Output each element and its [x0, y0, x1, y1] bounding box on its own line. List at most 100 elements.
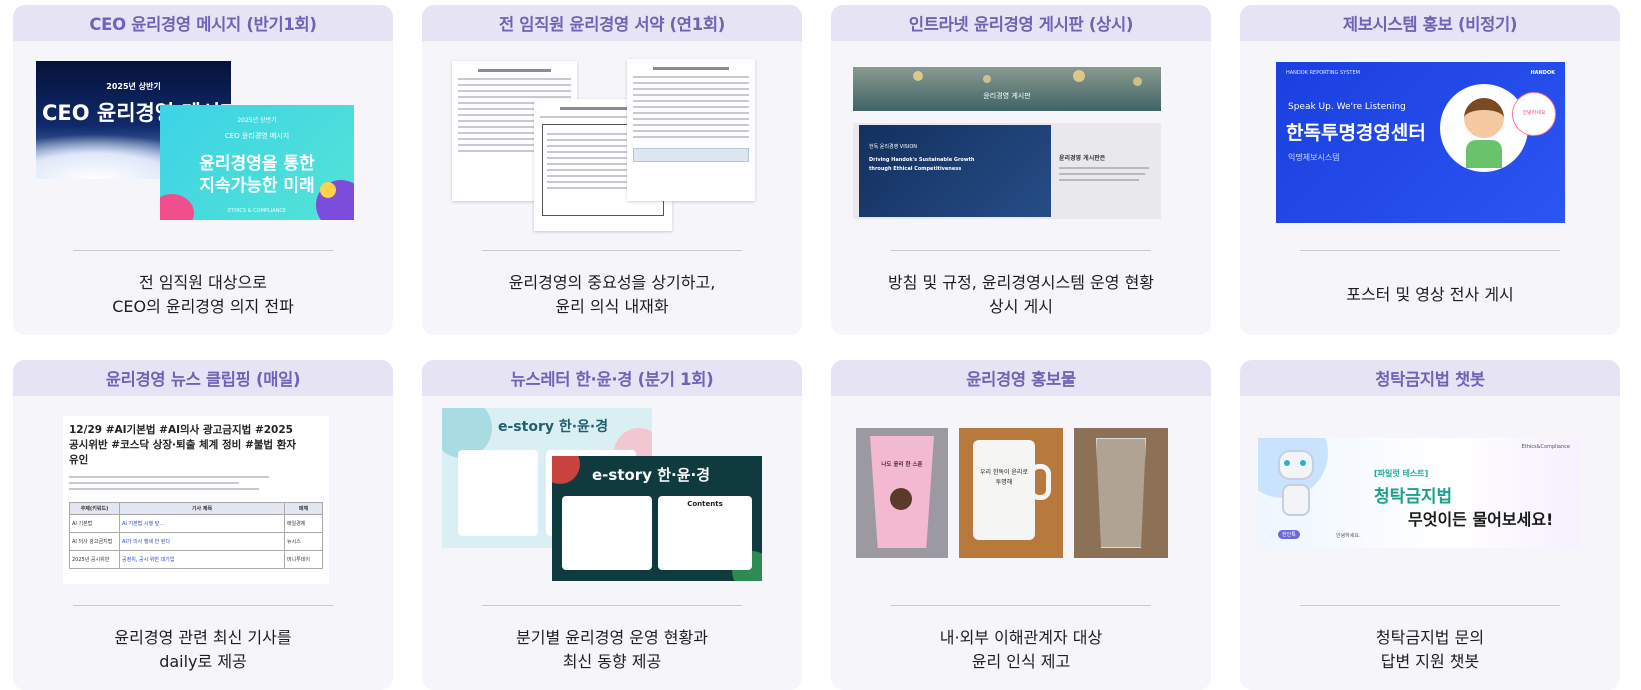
table-cell: AI 기본법: [69, 514, 120, 533]
ceo-message-thumbnail: 2025년 상반기 CEO 윤리경영 메시지 2025년 상반기 CEO 윤리경…: [13, 41, 393, 251]
table-cell: 매일경제: [284, 514, 323, 533]
pledge-thumbnail: [422, 41, 802, 251]
card-ceo-message: CEO 윤리경영 메시지 (반기1회) 2025년 상반기 CEO 윤리경영 메…: [13, 5, 393, 335]
news-headline-line3: 유인: [69, 454, 89, 466]
slide-subtitle: 2025년 상반기: [106, 82, 161, 91]
poster-subtitle: 익명제보시스템: [1288, 153, 1340, 162]
poster-slogan: Speak Up. We're Listening: [1288, 102, 1406, 112]
reporting-thumbnail: HANDOK REPORTING SYSTEM HANDOK Speak Up.…: [1240, 41, 1620, 251]
card-title: 인트라넷 윤리경영 게시판 (상시): [831, 5, 1211, 41]
board-content: 한독 윤리경영 VISION Driving Handok's Sustaina…: [853, 123, 1161, 219]
news-table: 주제(키워드) 기사 제목 매체 AI 기본법 AI 기본법 시행 앞... 매…: [69, 502, 323, 569]
speech-bubble: 안녕하세요: [1512, 92, 1556, 136]
desc-line-2: 상시 게시: [989, 297, 1053, 316]
poster-title: 한독투명경영센터: [1286, 122, 1426, 144]
card-title: 윤리경영 뉴스 클립핑 (매일): [13, 360, 393, 396]
vision-title: 한독 윤리경영 VISION: [869, 144, 917, 150]
slide-footer: ETHICS & COMPLIANCE: [227, 208, 287, 214]
board-banner: 윤리경영 게시판: [853, 67, 1161, 111]
banner-corner-label: Ethics&Compliance: [1521, 444, 1570, 450]
glass-photo: [1074, 428, 1168, 558]
news-document: 12/29 #AI기본법 #AI의사 광고금지법 #2025 공시위반 #코스닥…: [63, 416, 329, 584]
promo-thumbnail: 나도 윤리 한 스푼 우리 한독이 윤리로 투명해: [831, 396, 1211, 606]
table-header: 매체: [284, 502, 323, 515]
ceo-slide-cyan: 2025년 상반기 CEO 윤리경영 메시지 윤리경영을 통한 지속가능한 미래…: [160, 105, 354, 220]
reporting-poster: HANDOK REPORTING SYSTEM HANDOK Speak Up.…: [1276, 62, 1565, 223]
program-grid: CEO 윤리경영 메시지 (반기1회) 2025년 상반기 CEO 윤리경영 메…: [13, 5, 1620, 690]
character-circle: [1440, 84, 1528, 172]
bot-greeting: 안녕하세요.: [1336, 533, 1361, 539]
chatbot-thumbnail: 한인톡 안녕하세요. Ethics&Compliance [파일럿 테스트] 청…: [1240, 396, 1620, 606]
slide-subtitle: 2025년 상반기: [237, 117, 277, 124]
cup-text: 나도 윤리 한 스푼: [881, 462, 923, 468]
card-title: 청탁금지법 챗봇: [1240, 360, 1620, 396]
desc-line-2: CEO의 윤리경영 의지 전파: [112, 297, 294, 316]
table-cell: 공정위, 공시 위반 대기업: [119, 550, 285, 569]
divider: [891, 250, 1151, 251]
card-description: 방침 및 규정, 윤리경영시스템 운영 현황 상시 게시: [831, 260, 1211, 330]
character-face-icon: [1464, 98, 1504, 138]
divider: [1300, 605, 1560, 606]
desc-line-2: 최신 동향 제공: [562, 652, 662, 671]
slide-tag: CEO 윤리경영 메시지: [224, 132, 290, 140]
desc-line-2: 윤리 인식 제고: [971, 652, 1071, 671]
mug-photo: 우리 한독이 윤리로 투명해: [959, 428, 1063, 558]
pledge-document: [627, 59, 755, 201]
poster-logo: HANDOK: [1530, 70, 1555, 76]
table-cell: AI가 의사 행세 안 된다: [119, 532, 285, 551]
divider: [482, 250, 742, 251]
mug-text: 우리 한독이 윤리로 투명해: [980, 469, 1028, 486]
card-reporting-system: 제보시스템 홍보 (비정기) HANDOK REPORTING SYSTEM H…: [1240, 5, 1620, 335]
bot-label: 한인톡: [1278, 530, 1300, 539]
desc-line-2: 윤리 의식 내재화: [555, 297, 669, 316]
banner-title-line2: 무엇이든 물어보세요!: [1408, 510, 1554, 529]
robot-icon: [1272, 450, 1320, 520]
vision-panel: 한독 윤리경영 VISION Driving Handok's Sustaina…: [859, 125, 1051, 217]
newsletter-thumbnail: e-story 한·윤·경 e-story 한·윤·경 Contents: [422, 396, 802, 606]
newsletter-brand: e-story 한·윤·경: [592, 466, 710, 484]
newsletter-dark: e-story 한·윤·경 Contents: [552, 456, 762, 581]
table-row: AI 의사 광고금지법 AI가 의사 행세 안 된다 뉴시스: [69, 532, 323, 551]
card-title: 뉴스레터 한·윤·경 (분기 1회): [422, 360, 802, 396]
paper-cup-photo: 나도 윤리 한 스푼: [856, 428, 948, 558]
desc-line-1: 분기별 윤리경영 운영 현황과: [516, 628, 708, 647]
table-header: 기사 제목: [119, 502, 285, 515]
card-intranet-board: 인트라넷 윤리경영 게시판 (상시) 윤리경영 게시판 한독 윤리경영 VISI…: [831, 5, 1211, 335]
divider: [482, 605, 742, 606]
banner-title-line1: 청탁금지법: [1374, 487, 1453, 507]
card-newsletter: 뉴스레터 한·윤·경 (분기 1회) e-story 한·윤·경 e-story…: [422, 360, 802, 690]
news-thumbnail: 12/29 #AI기본법 #AI의사 광고금지법 #2025 공시위반 #코스닥…: [13, 396, 393, 606]
table-cell: 뉴시스: [284, 532, 323, 551]
poster-brand: HANDOK REPORTING SYSTEM: [1286, 70, 1360, 76]
desc-line-1: 포스터 및 영상 전사 게시: [1346, 285, 1514, 304]
side-title: 윤리경영 게시판은: [1059, 155, 1106, 162]
card-description: 분기별 윤리경영 운영 현황과 최신 동향 제공: [422, 615, 802, 685]
newsletter-brand: e-story 한·윤·경: [498, 419, 609, 435]
desc-line-2: 답변 지원 챗봇: [1380, 652, 1480, 671]
card-description: 포스터 및 영상 전사 게시: [1240, 260, 1620, 330]
card-chatbot: 청탁금지법 챗봇 한인톡 안녕하세요. Ethics&Compliance [파…: [1240, 360, 1620, 690]
banner-title: 윤리경영 게시판: [983, 92, 1031, 100]
slide-title-line2: 지속가능한 미래: [199, 176, 315, 196]
contents-box: Contents: [658, 496, 752, 570]
card-ethics-pledge: 전 임직원 윤리경영 서약 (연1회) 윤리경영의 중요성을 상기하고, 윤리 …: [422, 5, 802, 335]
table-header: 주제(키워드): [69, 502, 120, 515]
contents-label: Contents: [687, 500, 723, 508]
card-title: CEO 윤리경영 메시지 (반기1회): [13, 5, 393, 41]
divider: [891, 605, 1151, 606]
vision-line-1: Driving Handok's Sustainable Growth: [869, 157, 975, 163]
table-row: 2025년 공시위반 공정위, 공시 위반 대기업 머니투데이: [69, 550, 323, 569]
table-cell: AI 의사 광고금지법: [69, 532, 120, 551]
news-headline-line2: 공시위반 #코스닥 상장·퇴출 체계 정비 #불법 환자: [69, 439, 297, 451]
desc-line-1: 윤리경영의 중요성을 상기하고,: [508, 273, 716, 292]
card-description: 청탁금지법 문의 답변 지원 챗봇: [1240, 615, 1620, 685]
desc-line-1: 방침 및 규정, 윤리경영시스템 운영 현황: [887, 273, 1155, 292]
desc-line-1: 전 임직원 대상으로: [139, 273, 267, 292]
card-news-clipping: 윤리경영 뉴스 클립핑 (매일) 12/29 #AI기본법 #AI의사 광고금지…: [13, 360, 393, 690]
desc-line-1: 청탁금지법 문의: [1375, 628, 1485, 647]
table-row: AI 기본법 AI 기본법 시행 앞... 매일경제: [69, 514, 323, 533]
card-title: 윤리경영 홍보물: [831, 360, 1211, 396]
intranet-thumbnail: 윤리경영 게시판 한독 윤리경영 VISION Driving Handok's…: [831, 41, 1211, 251]
table-cell: AI 기본법 시행 앞...: [119, 514, 285, 533]
divider: [73, 605, 333, 606]
